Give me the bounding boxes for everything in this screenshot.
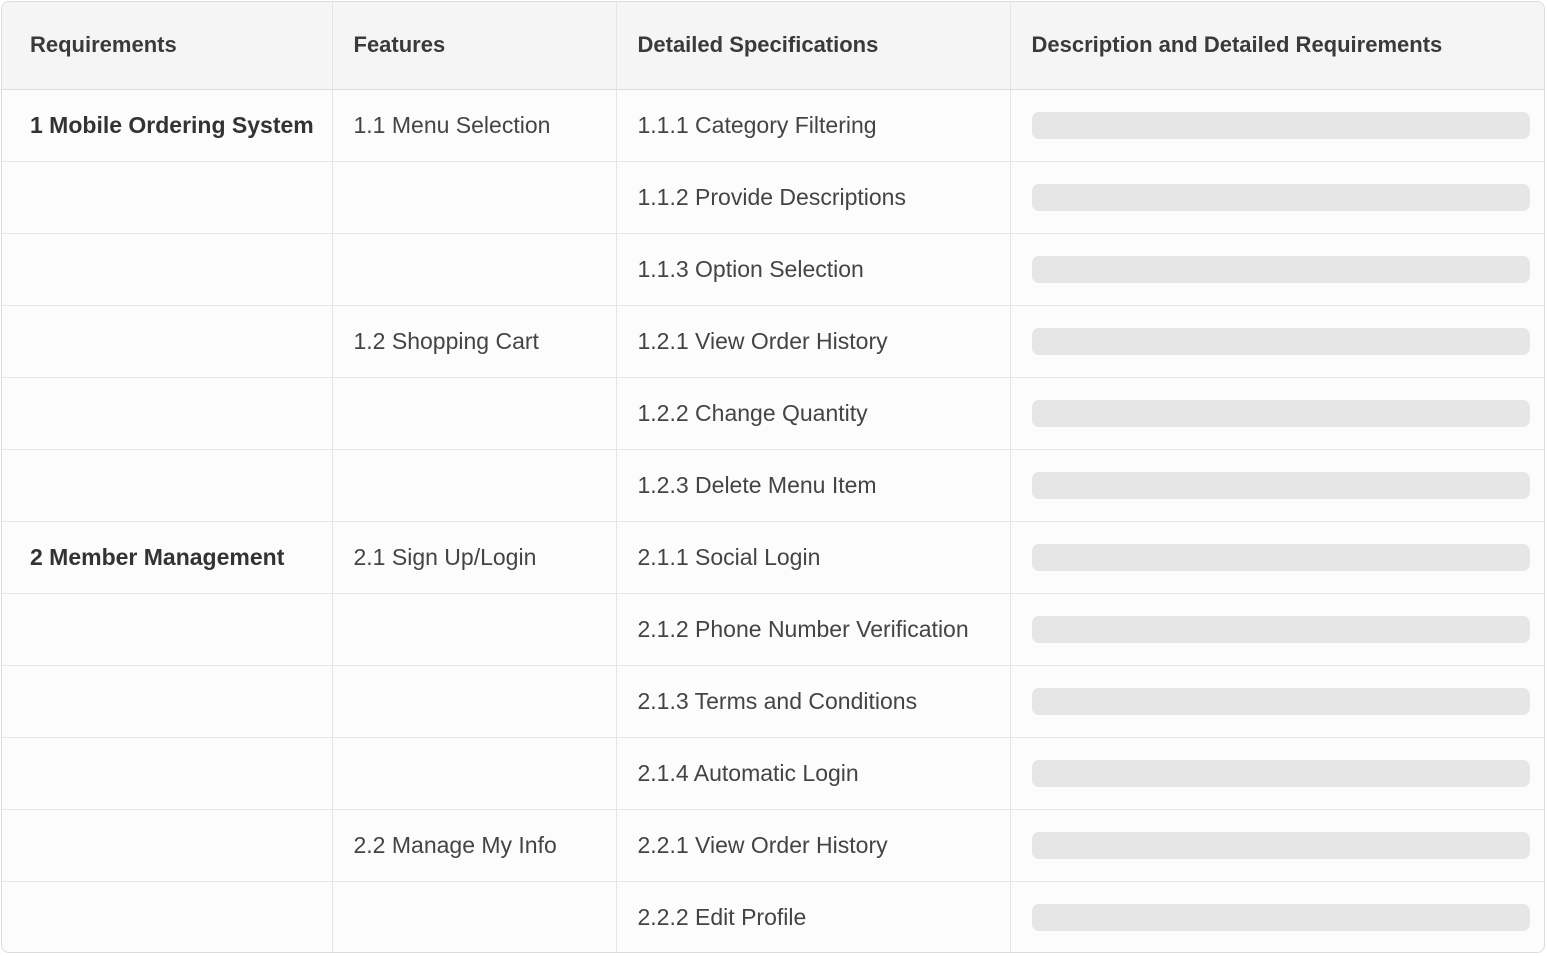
header-requirements: Requirements: [2, 2, 333, 90]
table-row: 1.2 Shopping Cart 1.2.1 View Order Histo…: [2, 305, 1544, 378]
description-cell: [1010, 809, 1544, 882]
table-row: 1.1.2 Provide Descriptions: [2, 161, 1544, 234]
description-placeholder: [1031, 543, 1530, 571]
table-row: 2.1.2 Phone Number Verification: [2, 593, 1544, 666]
description-placeholder: [1031, 255, 1530, 283]
requirement-cell: 2 Member Management: [2, 521, 333, 594]
spec-cell: 2.1.4 Automatic Login: [616, 737, 1011, 810]
description-cell: [1010, 449, 1544, 522]
feature-cell: [332, 377, 617, 450]
spec-cell: 1.1.3 Option Selection: [616, 233, 1011, 306]
table-row: 2.2.2 Edit Profile: [2, 881, 1544, 952]
feature-cell: [332, 161, 617, 234]
feature-cell: [332, 881, 617, 952]
spec-cell: 1.2.2 Change Quantity: [616, 377, 1011, 450]
requirement-cell: [2, 377, 333, 450]
description-placeholder: [1031, 831, 1530, 859]
spec-cell: 1.1.1 Category Filtering: [616, 89, 1011, 162]
feature-cell: 1.2 Shopping Cart: [332, 305, 617, 378]
description-placeholder: [1031, 327, 1530, 355]
table-row: 1.2.3 Delete Menu Item: [2, 449, 1544, 522]
description-cell: [1010, 305, 1544, 378]
table-row: 2.2 Manage My Info 2.2.1 View Order Hist…: [2, 809, 1544, 882]
description-cell: [1010, 521, 1544, 594]
table-row: 1.1.3 Option Selection: [2, 233, 1544, 306]
table-row: 2.1.3 Terms and Conditions: [2, 665, 1544, 738]
description-cell: [1010, 161, 1544, 234]
requirements-table: Requirements Features Detailed Specifica…: [1, 1, 1545, 953]
description-placeholder: [1031, 399, 1530, 427]
feature-cell: 2.1 Sign Up/Login: [332, 521, 617, 594]
table-row: 2 Member Management 2.1 Sign Up/Login 2.…: [2, 521, 1544, 594]
requirement-cell: [2, 665, 333, 738]
description-cell: [1010, 665, 1544, 738]
feature-cell: [332, 737, 617, 810]
requirement-cell: [2, 305, 333, 378]
description-cell: [1010, 89, 1544, 162]
description-cell: [1010, 593, 1544, 666]
spec-cell: 1.2.1 View Order History: [616, 305, 1011, 378]
description-placeholder: [1031, 903, 1530, 931]
table-row: 1 Mobile Ordering System 1.1 Menu Select…: [2, 89, 1544, 162]
description-placeholder: [1031, 687, 1530, 715]
description-cell: [1010, 377, 1544, 450]
feature-cell: [332, 593, 617, 666]
feature-cell: [332, 665, 617, 738]
spec-cell: 2.2.2 Edit Profile: [616, 881, 1011, 952]
feature-cell: [332, 449, 617, 522]
description-placeholder: [1031, 111, 1530, 139]
description-placeholder: [1031, 759, 1530, 787]
feature-cell: [332, 233, 617, 306]
feature-cell: 2.2 Manage My Info: [332, 809, 617, 882]
requirement-cell: [2, 161, 333, 234]
table-row: 1.2.2 Change Quantity: [2, 377, 1544, 450]
spec-cell: 2.2.1 View Order History: [616, 809, 1011, 882]
spec-cell: 1.1.2 Provide Descriptions: [616, 161, 1011, 234]
header-features: Features: [332, 2, 617, 90]
feature-cell: 1.1 Menu Selection: [332, 89, 617, 162]
table-row: 2.1.4 Automatic Login: [2, 737, 1544, 810]
header-description: Description and Detailed Requirements: [1010, 2, 1544, 90]
requirement-cell: [2, 737, 333, 810]
spec-cell: 2.1.3 Terms and Conditions: [616, 665, 1011, 738]
description-placeholder: [1031, 471, 1530, 499]
requirement-cell: [2, 809, 333, 882]
header-detailed-specifications: Detailed Specifications: [616, 2, 1011, 90]
requirement-cell: [2, 233, 333, 306]
spec-cell: 2.1.2 Phone Number Verification: [616, 593, 1011, 666]
requirement-cell: [2, 593, 333, 666]
requirement-cell: [2, 881, 333, 952]
table: Requirements Features Detailed Specifica…: [2, 2, 1544, 952]
spec-cell: 2.1.1 Social Login: [616, 521, 1011, 594]
description-cell: [1010, 233, 1544, 306]
requirement-cell: [2, 449, 333, 522]
description-cell: [1010, 881, 1544, 952]
description-placeholder: [1031, 183, 1530, 211]
requirement-cell: 1 Mobile Ordering System: [2, 89, 333, 162]
description-cell: [1010, 737, 1544, 810]
table-header-row: Requirements Features Detailed Specifica…: [2, 2, 1544, 90]
spec-cell: 1.2.3 Delete Menu Item: [616, 449, 1011, 522]
description-placeholder: [1031, 615, 1530, 643]
